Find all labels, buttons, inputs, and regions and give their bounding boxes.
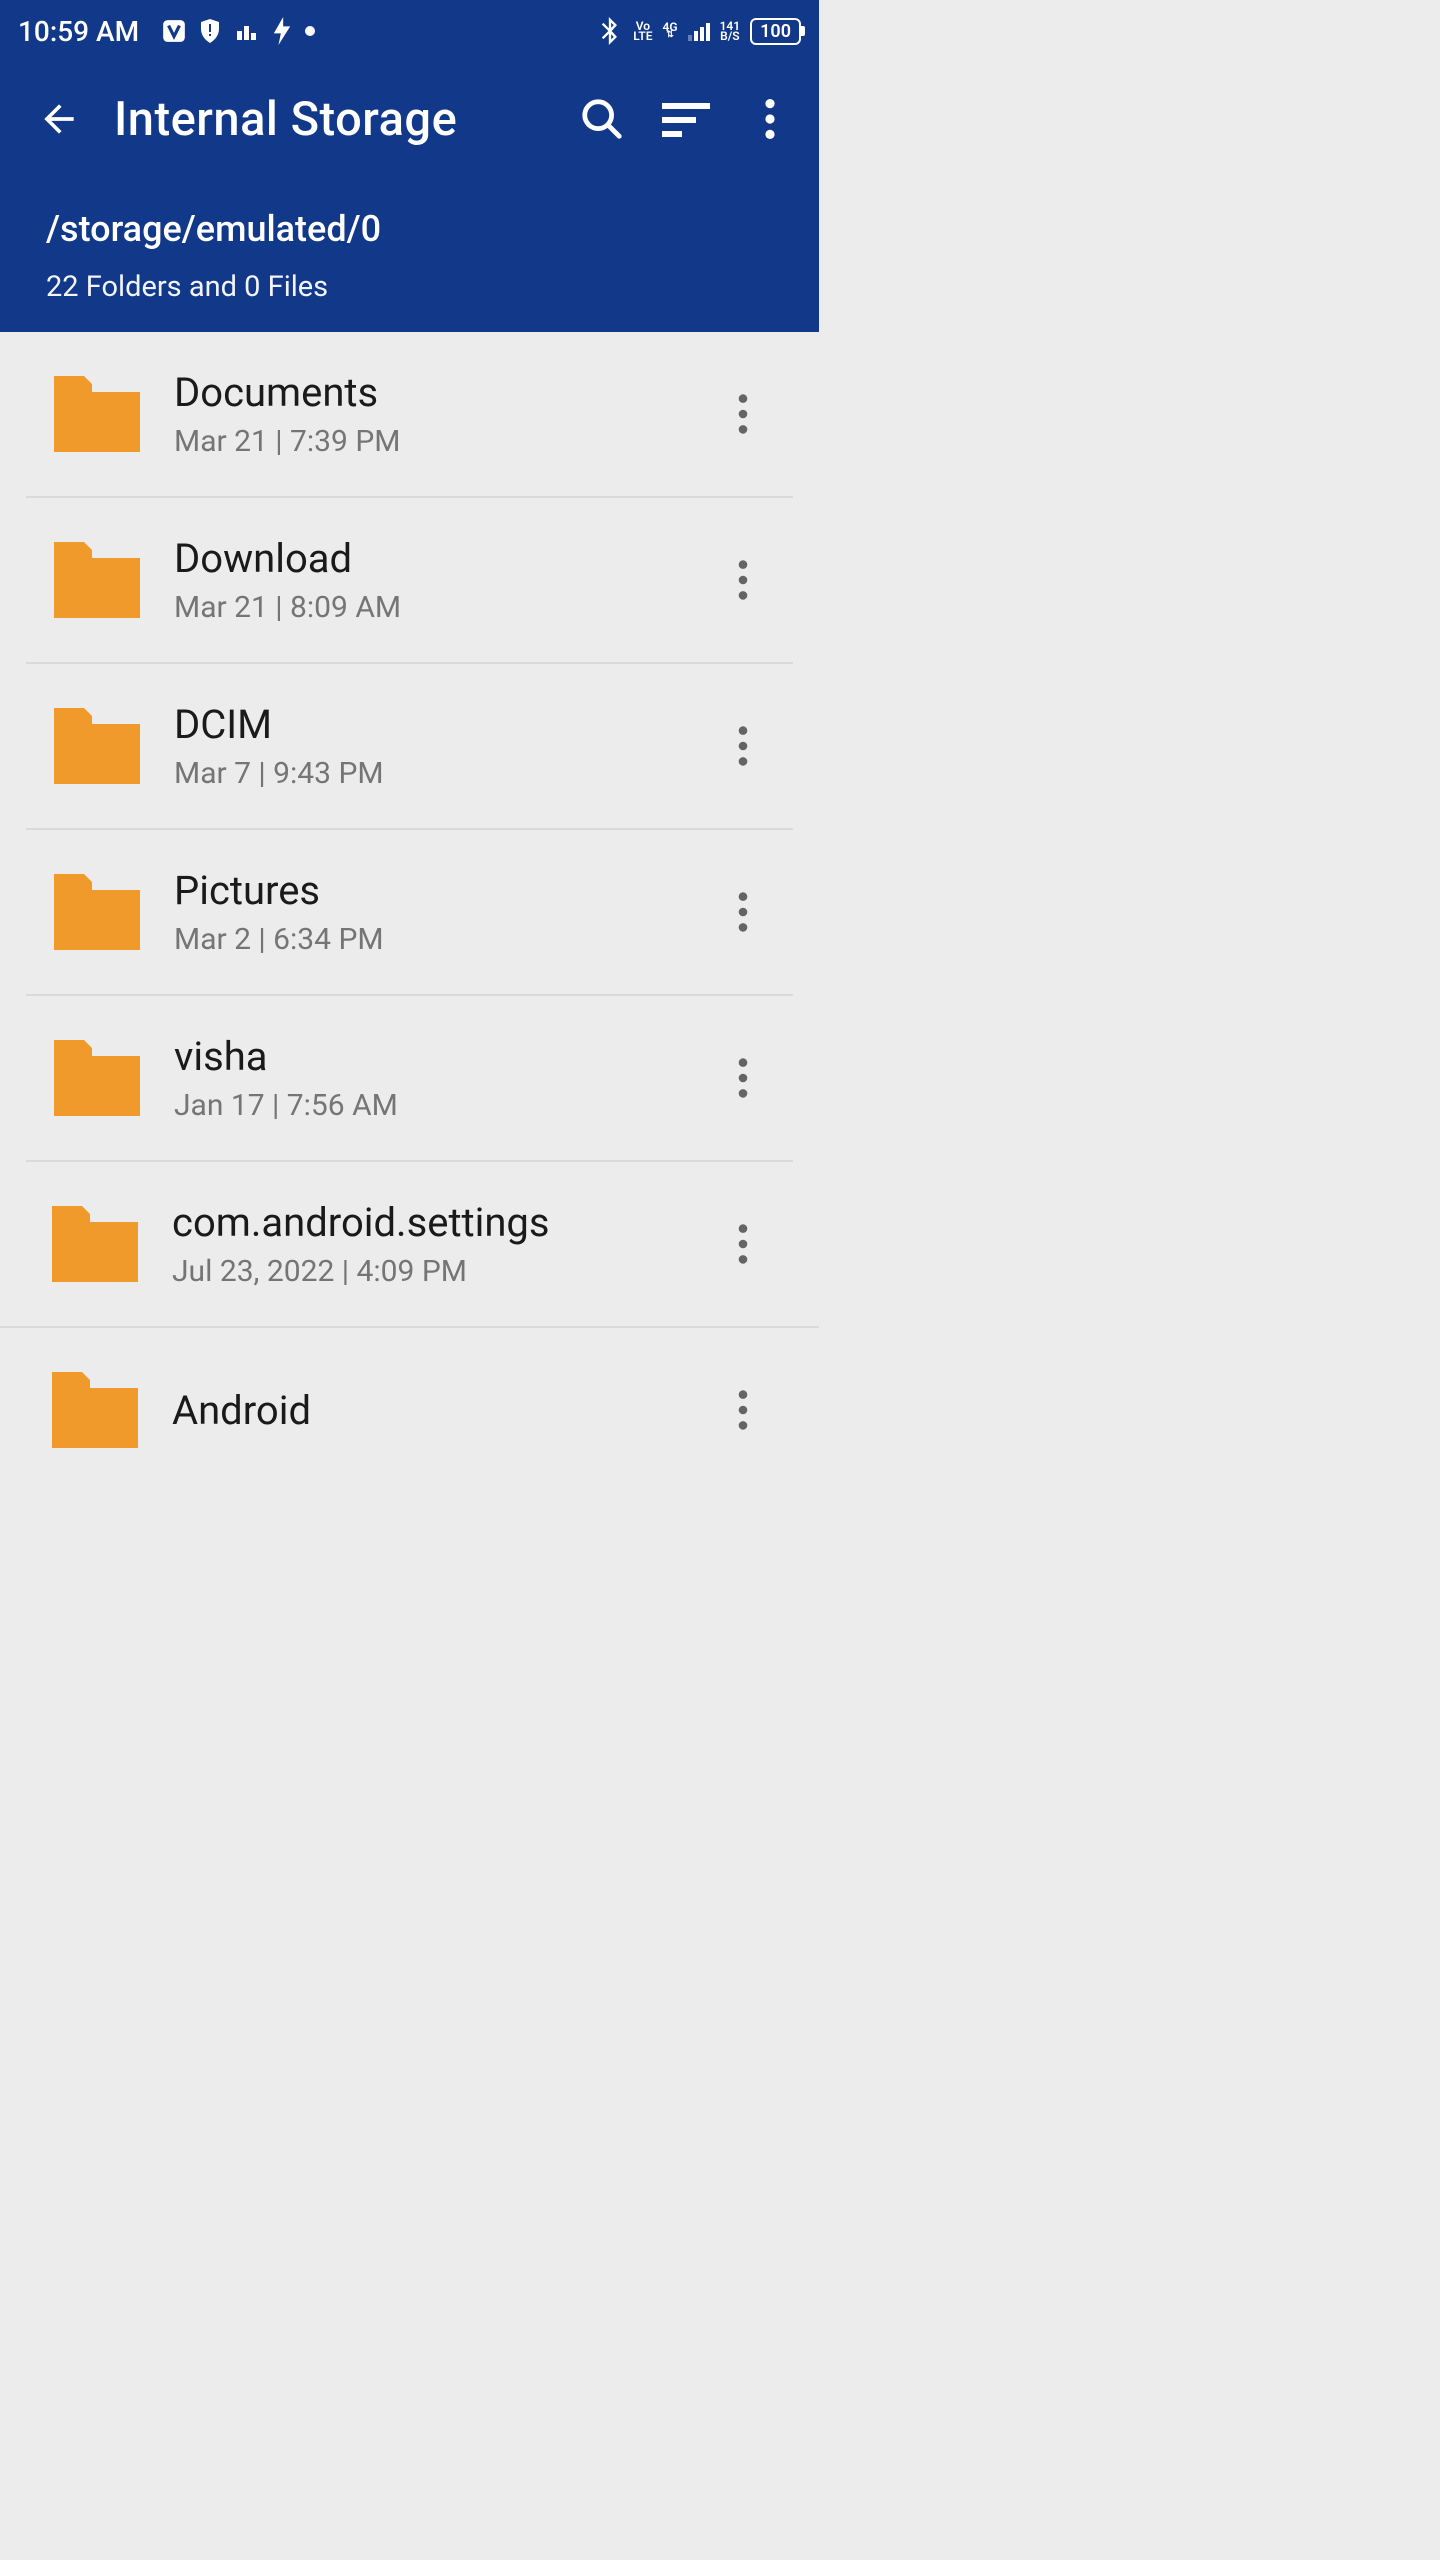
item-name: Pictures (174, 867, 685, 914)
page-title: Internal Storage (114, 92, 547, 147)
more-vert-icon (738, 1224, 748, 1264)
sort-icon (662, 99, 710, 139)
back-button[interactable] (30, 90, 88, 148)
item-name: com.android.settings (172, 1199, 685, 1246)
list-item[interactable]: Download Mar 21 | 8:09 AM (26, 498, 793, 664)
vpn-icon (161, 18, 187, 44)
list-item[interactable]: Documents Mar 21 | 7:39 PM (26, 332, 793, 498)
folder-icon (54, 1032, 140, 1124)
item-more-button[interactable] (719, 382, 767, 446)
folder-summary: 22 Folders and 0 Files (46, 270, 773, 304)
more-vert-icon (738, 726, 748, 766)
more-vert-icon (738, 1390, 748, 1430)
more-vert-icon (738, 560, 748, 600)
shield-alert-icon (197, 18, 223, 44)
item-name: Android (172, 1387, 685, 1434)
item-more-button[interactable] (719, 1378, 767, 1442)
list-item[interactable]: visha Jan 17 | 7:56 AM (26, 996, 793, 1162)
item-meta: Mar 7 | 9:43 PM (174, 756, 685, 791)
list-item[interactable]: Android (0, 1328, 819, 1456)
app-bar: Internal Storage (0, 62, 819, 158)
bluetooth-icon (597, 18, 623, 44)
folder-icon (52, 1364, 138, 1456)
item-more-button[interactable] (719, 1212, 767, 1276)
folder-icon (54, 368, 140, 460)
sort-button[interactable] (657, 90, 715, 148)
list-item[interactable]: Pictures Mar 2 | 6:34 PM (26, 830, 793, 996)
folder-icon (54, 866, 140, 958)
item-more-button[interactable] (719, 1046, 767, 1110)
overflow-menu-button[interactable] (741, 90, 799, 148)
folder-icon (54, 700, 140, 792)
list-item[interactable]: com.android.settings Jul 23, 2022 | 4:09… (0, 1162, 819, 1328)
folder-icon (54, 534, 140, 626)
item-name: visha (174, 1033, 685, 1080)
item-meta: Mar 21 | 8:09 AM (174, 590, 685, 625)
volte-indicator: VoLTE (633, 21, 652, 41)
item-more-button[interactable] (719, 880, 767, 944)
item-meta: Mar 2 | 6:34 PM (174, 922, 685, 957)
list-item[interactable]: DCIM Mar 7 | 9:43 PM (26, 664, 793, 830)
more-vert-icon (738, 892, 748, 932)
current-path: /storage/emulated/0 (46, 208, 773, 250)
more-vert-icon (738, 394, 748, 434)
battery-icon: 100 (750, 18, 801, 45)
search-button[interactable] (573, 90, 631, 148)
more-vert-icon (765, 99, 775, 139)
file-list[interactable]: Documents Mar 21 | 7:39 PM Download Mar … (0, 332, 819, 1456)
status-bar: 10:59 AM VoLTE 4G⇅ 141B/S 10 (0, 0, 819, 62)
speed-indicator: 141B/S (720, 21, 741, 41)
item-meta: Jan 17 | 7:56 AM (174, 1088, 685, 1123)
search-icon (579, 96, 625, 142)
item-meta: Mar 21 | 7:39 PM (174, 424, 685, 459)
more-vert-icon (738, 1058, 748, 1098)
notification-dot-icon (305, 26, 315, 36)
item-name: Download (174, 535, 685, 582)
item-name: Documents (174, 369, 685, 416)
item-name: DCIM (174, 701, 685, 748)
signal-icon (688, 21, 710, 41)
item-more-button[interactable] (719, 714, 767, 778)
item-meta: Jul 23, 2022 | 4:09 PM (172, 1254, 685, 1289)
status-time: 10:59 AM (18, 15, 139, 48)
network-indicator: 4G⇅ (663, 22, 678, 40)
item-more-button[interactable] (719, 548, 767, 612)
arrow-left-icon (37, 97, 81, 141)
bolt-icon (269, 18, 295, 44)
chart-icon (233, 18, 259, 44)
folder-icon (52, 1198, 138, 1290)
path-header: /storage/emulated/0 22 Folders and 0 Fil… (0, 158, 819, 332)
